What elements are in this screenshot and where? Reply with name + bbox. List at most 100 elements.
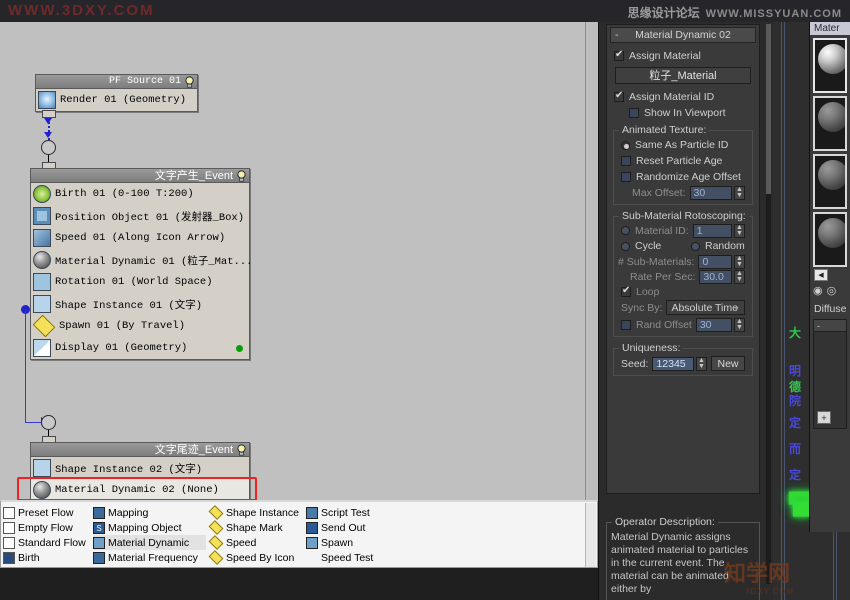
- reset-particle-age-checkbox[interactable]: [621, 156, 631, 166]
- source-out-plug[interactable]: [42, 110, 56, 118]
- depot-panel[interactable]: Preset Flow Empty Flow Standard Flow Bir…: [0, 500, 598, 568]
- material-rollout-header[interactable]: -: [814, 320, 846, 332]
- depot-item[interactable]: Preset Flow: [3, 505, 91, 520]
- node-row[interactable]: Rotation 01 (World Space): [31, 271, 249, 293]
- show-in-viewport-row[interactable]: Show In Viewport: [607, 105, 759, 121]
- material-add-button[interactable]: +: [817, 411, 831, 424]
- new-seed-button[interactable]: New: [711, 356, 745, 371]
- depot-item[interactable]: Speed By Icon: [208, 550, 304, 565]
- depot-item[interactable]: Empty Flow: [3, 520, 91, 535]
- cycle-radio[interactable]: [621, 241, 630, 251]
- depot-item[interactable]: Speed Test: [306, 550, 404, 565]
- num-sub-materials-row[interactable]: # Sub-Materials: 0 ▲ ▼: [614, 254, 752, 269]
- material-slot[interactable]: [813, 96, 847, 151]
- depot-item[interactable]: Standard Flow: [3, 535, 91, 550]
- depot-item[interactable]: Spawn: [306, 535, 404, 550]
- material-rollout[interactable]: - +: [813, 319, 847, 429]
- material-id-input[interactable]: 1: [692, 223, 732, 238]
- node-row[interactable]: Position Object 01 (发射器_Box): [31, 205, 249, 227]
- seed-input[interactable]: 12345: [652, 356, 694, 371]
- material-page-prev-button[interactable]: ◀: [814, 269, 828, 281]
- assign-material-row[interactable]: Assign Material: [607, 48, 759, 64]
- sample-type-icon[interactable]: ◉: [813, 284, 823, 297]
- depot-item[interactable]: Material Frequency: [93, 550, 206, 565]
- command-panel-scrollbar[interactable]: [766, 24, 771, 584]
- node-row[interactable]: Display 01 (Geometry): [31, 337, 249, 359]
- assign-material-checkbox[interactable]: [614, 49, 624, 61]
- node-row[interactable]: Shape Instance 01 (文字): [31, 293, 249, 315]
- backlight-icon[interactable]: ◎: [827, 284, 837, 297]
- randomize-age-offset-checkbox[interactable]: [621, 172, 631, 182]
- speed-icon: [33, 229, 51, 247]
- max-offset-input[interactable]: 30: [689, 185, 732, 200]
- rand-offset-spinner[interactable]: ▲ ▼: [734, 317, 745, 332]
- rand-offset-label: Rand Offset: [636, 318, 692, 331]
- node-row[interactable]: Render 01 (Geometry): [36, 89, 197, 111]
- loop-row[interactable]: Loop: [614, 284, 752, 300]
- randomize-age-offset-row[interactable]: Randomize Age Offset: [614, 169, 752, 185]
- material-slot[interactable]: [813, 154, 847, 209]
- light-bulb-icon[interactable]: [236, 170, 247, 182]
- max-offset-row[interactable]: Max Offset: 30 ▲ ▼: [614, 185, 752, 200]
- rand-offset-checkbox[interactable]: [621, 319, 631, 330]
- material-id-row[interactable]: Material ID: 1 ▲ ▼: [614, 223, 752, 238]
- light-bulb-icon[interactable]: [184, 76, 195, 88]
- depot-scrollbar-vertical[interactable]: [585, 503, 596, 567]
- pf-source-node[interactable]: PF Source 01 Render 01 (Geometry): [35, 74, 198, 112]
- show-in-viewport-checkbox[interactable]: [629, 108, 639, 118]
- same-as-particle-id-row[interactable]: Same As Particle ID: [614, 137, 752, 153]
- sync-by-row[interactable]: Sync By: Absolute Time: [614, 300, 752, 317]
- material-slot[interactable]: [813, 38, 847, 93]
- node-row[interactable]: Shape Instance 02 (文字): [31, 457, 249, 479]
- particle-view-canvas[interactable]: PF Source 01 Render 01 (Geometry) 文字产生_E…: [0, 22, 598, 500]
- material-id-radio[interactable]: [621, 226, 630, 235]
- max-offset-spinner[interactable]: ▲ ▼: [734, 185, 745, 200]
- depot-item[interactable]: Script Test: [306, 505, 404, 520]
- depot-item-selected[interactable]: Material Dynamic: [93, 535, 206, 550]
- assign-material-id-checkbox[interactable]: [614, 90, 624, 102]
- light-bulb-icon[interactable]: [236, 444, 247, 456]
- depot-item[interactable]: Shape Mark: [208, 520, 304, 535]
- material-slot[interactable]: [813, 212, 847, 267]
- event-in-socket[interactable]: [41, 140, 56, 155]
- particle-view-scrollbar-vertical[interactable]: [585, 22, 598, 500]
- depot-item[interactable]: S Mapping Object: [93, 520, 206, 535]
- material-frequency-icon: [93, 551, 105, 564]
- show-in-viewport-label: Show In Viewport: [644, 107, 726, 119]
- num-sub-materials-spinner[interactable]: ▲ ▼: [734, 254, 745, 269]
- depot-item[interactable]: Birth: [3, 550, 91, 565]
- rand-offset-row[interactable]: Rand Offset 30 ▲ ▼: [614, 317, 752, 332]
- rollout-header-material-dynamic[interactable]: - Material Dynamic 02: [610, 27, 756, 43]
- rate-per-sec-input[interactable]: 30.0: [699, 269, 732, 284]
- assign-material-id-row[interactable]: Assign Material ID: [607, 89, 759, 105]
- birth-icon: [33, 185, 51, 203]
- event-two-in-socket[interactable]: [41, 415, 56, 430]
- loop-checkbox[interactable]: [621, 285, 631, 297]
- material-slot-button[interactable]: 粒子_Material: [615, 67, 751, 84]
- depot-item[interactable]: Mapping: [93, 505, 206, 520]
- depot-item[interactable]: Send Out: [306, 520, 404, 535]
- depot-item[interactable]: Shape Instance: [208, 505, 304, 520]
- depot-item[interactable]: Speed: [208, 535, 304, 550]
- random-radio[interactable]: [691, 241, 700, 251]
- sub-material-rotoscoping-group-label: Sub-Material Rotoscoping:: [619, 210, 749, 222]
- node-row[interactable]: Birth 01 (0-100 T:200): [31, 183, 249, 205]
- node-row[interactable]: Material Dynamic 01 (粒子_Mat...: [31, 249, 252, 271]
- rand-offset-input[interactable]: 30: [695, 317, 732, 332]
- command-panel-scroll-thumb[interactable]: [766, 24, 771, 194]
- seed-spinner[interactable]: ▲ ▼: [696, 356, 707, 371]
- reset-particle-age-row[interactable]: Reset Particle Age: [614, 153, 752, 169]
- sync-by-dropdown[interactable]: Absolute Time: [666, 300, 745, 317]
- material-id-spinner[interactable]: ▲ ▼: [734, 223, 745, 238]
- seed-row[interactable]: Seed: 12345 ▲ ▼ New: [614, 356, 752, 371]
- node-row[interactable]: Speed 01 (Along Icon Arrow): [31, 227, 249, 249]
- event-node-one[interactable]: 文字产生_Event Birth 01 (0-100 T:200) Positi…: [30, 168, 252, 360]
- reset-particle-age-label: Reset Particle Age: [636, 155, 723, 167]
- num-sub-materials-input[interactable]: 0: [698, 254, 732, 269]
- rollout-collapse-icon[interactable]: -: [615, 28, 619, 43]
- node-row[interactable]: Spawn 01 (By Travel): [31, 314, 249, 338]
- same-as-particle-id-radio[interactable]: [621, 140, 630, 150]
- depot-item-label: Material Frequency: [108, 551, 198, 564]
- rate-per-sec-row[interactable]: Rate Per Sec: 30.0 ▲ ▼: [614, 269, 752, 284]
- rate-per-sec-spinner[interactable]: ▲ ▼: [734, 269, 745, 284]
